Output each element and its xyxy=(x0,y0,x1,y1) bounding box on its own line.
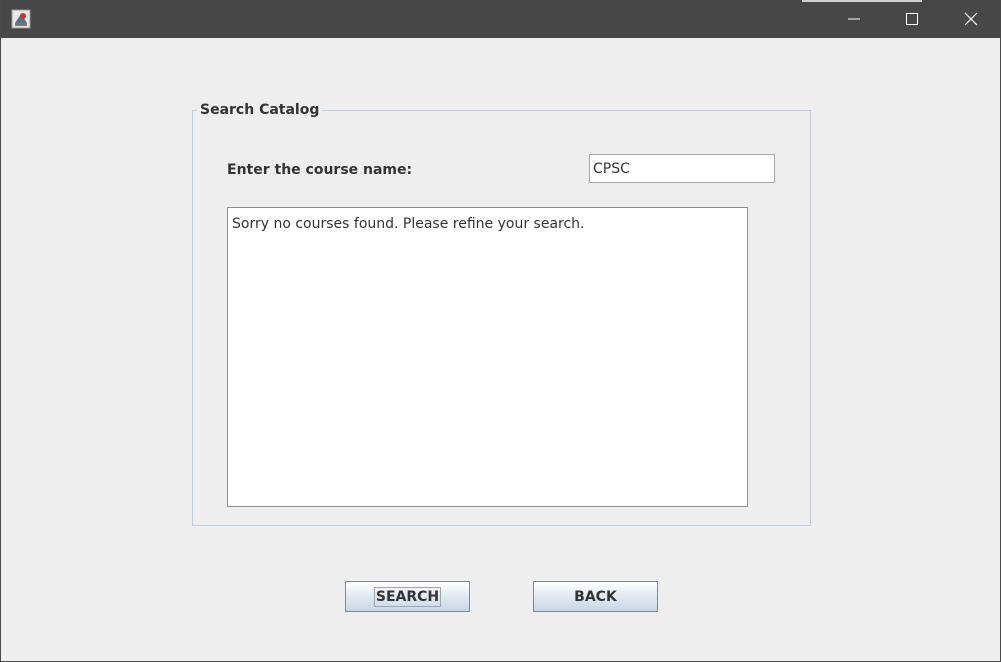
minimize-icon xyxy=(848,18,860,20)
search-results-area[interactable]: Sorry no courses found. Please refine yo… xyxy=(227,207,748,507)
course-name-label: Enter the course name: xyxy=(227,162,413,178)
title-bar[interactable] xyxy=(1,0,1001,38)
search-button[interactable]: SEARCH xyxy=(345,581,470,612)
minimize-button[interactable] xyxy=(825,0,883,38)
search-results-text: Sorry no courses found. Please refine yo… xyxy=(232,216,585,232)
search-catalog-legend: Search Catalog xyxy=(197,101,323,119)
search-button-label: SEARCH xyxy=(373,586,442,607)
back-button[interactable]: BACK xyxy=(533,581,658,612)
maximize-icon xyxy=(906,13,918,25)
java-app-icon xyxy=(11,9,31,29)
app-window: Search Catalog Enter the course name: So… xyxy=(0,0,1001,662)
course-name-input[interactable] xyxy=(589,154,775,183)
close-button[interactable] xyxy=(942,0,1000,38)
maximize-button[interactable] xyxy=(883,0,941,38)
close-icon xyxy=(964,12,978,26)
back-button-label: BACK xyxy=(574,588,617,605)
